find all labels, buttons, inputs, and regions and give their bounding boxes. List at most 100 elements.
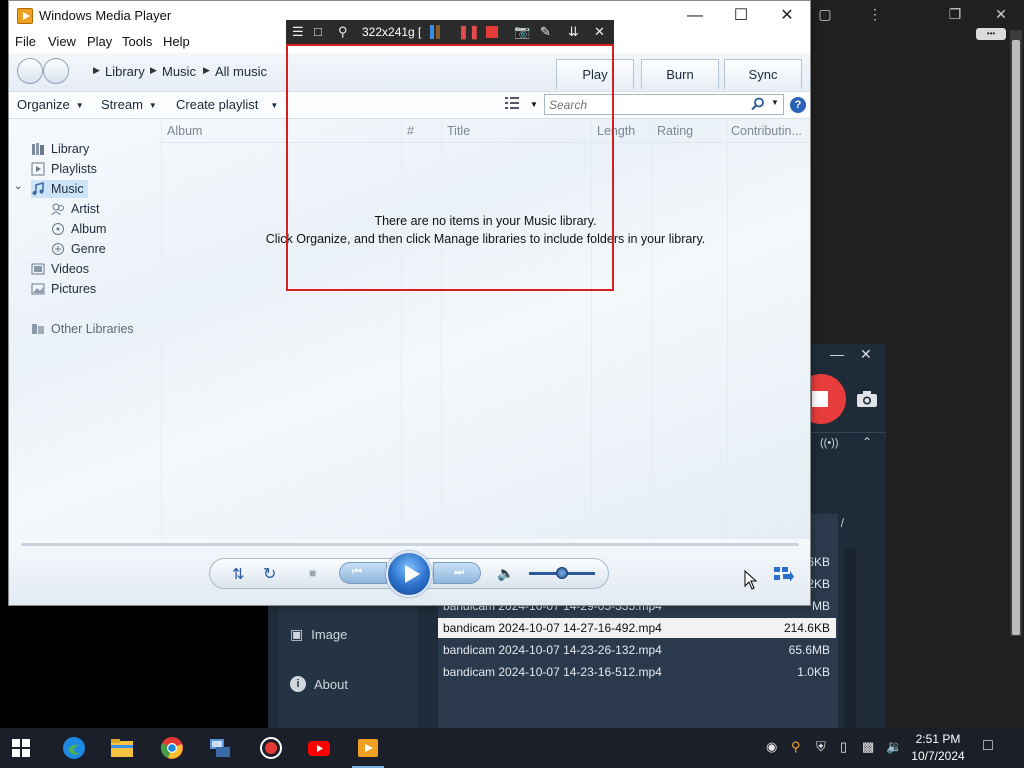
background-scroll-thumb[interactable] <box>1012 40 1020 635</box>
breadcrumb-separator-icon: ▶ <box>203 65 210 75</box>
shuffle-icon[interactable]: ⇅ <box>232 565 245 583</box>
expand-chevron-icon[interactable]: ⌄ <box>14 181 22 192</box>
column-header-album[interactable]: Album <box>167 124 202 138</box>
bandicam-record-icon[interactable] <box>259 736 283 760</box>
column-header-rating[interactable]: Rating <box>657 124 693 138</box>
nav-item-genre[interactable]: Genre <box>51 240 106 258</box>
breadcrumb-library[interactable]: Library <box>105 64 145 79</box>
file-row-selected[interactable]: bandicam 2024-10-07 14-27-16-492.mp4 214… <box>438 618 836 638</box>
sidebar-item-image[interactable]: ▣ Image <box>290 626 347 643</box>
repeat-icon[interactable]: ↻ <box>263 564 276 584</box>
nav-item-music[interactable]: Music <box>31 180 88 198</box>
organize-button[interactable]: Organize ▼ <box>17 97 84 112</box>
tray-search-icon[interactable]: ⚲ <box>791 739 801 755</box>
nav-item-other-libraries[interactable]: Other Libraries <box>31 320 134 338</box>
capture-size-label[interactable]: 322x241g [ <box>362 25 421 39</box>
menu-help[interactable]: Help <box>163 34 190 49</box>
tray-security-shield-icon[interactable]: ⛨ <box>816 739 826 755</box>
next-button[interactable]: ⏭ <box>433 562 481 584</box>
background-restore-icon[interactable]: ❐ <box>940 4 970 24</box>
breadcrumb-all-music[interactable]: All music <box>215 64 267 79</box>
search-icon[interactable] <box>751 97 765 111</box>
breadcrumb-music[interactable]: Music <box>162 64 196 79</box>
screenshot-camera-icon[interactable]: 📷 <box>514 24 530 40</box>
clock-time[interactable]: 2:51 PM <box>905 732 971 746</box>
capture-region-frame[interactable] <box>286 44 614 291</box>
library-icon <box>31 142 45 156</box>
nav-item-library[interactable]: Library <box>31 140 89 158</box>
youtube-icon[interactable] <box>307 736 331 760</box>
previous-button[interactable]: ⏮ <box>339 562 387 584</box>
network-tool-icon[interactable] <box>208 736 232 760</box>
column-header-contributing[interactable]: Contributin... <box>731 124 802 138</box>
seek-bar[interactable] <box>21 543 799 546</box>
pause-icon[interactable]: ❚❚ <box>458 24 480 40</box>
help-icon[interactable]: ? <box>790 97 806 113</box>
pencil-icon[interactable]: ✎ <box>540 24 551 40</box>
file-explorer-icon[interactable] <box>110 736 134 760</box>
tab-sync[interactable]: Sync <box>724 59 802 89</box>
nav-item-playlists[interactable]: Playlists <box>31 160 97 178</box>
nav-item-pictures[interactable]: Pictures <box>31 280 96 298</box>
forward-button[interactable] <box>43 58 69 84</box>
collapse-chevrons-icon[interactable]: ⇊ <box>568 24 579 40</box>
column-divider <box>727 119 728 539</box>
notification-icon[interactable]: □ <box>983 737 993 755</box>
tray-usb-icon[interactable]: ▯ <box>840 739 847 755</box>
capture-toolbar: ☰ □ ⚲ 322x241g [ ❚❚ 📷 ✎ ⇊ ✕ <box>286 20 614 44</box>
menu-icon[interactable]: ☰ <box>292 24 304 40</box>
sidebar-item-about[interactable]: i About <box>290 676 348 692</box>
breadcrumb-separator-icon: ▶ <box>93 65 100 75</box>
background-close-icon[interactable]: ✕ <box>986 4 1016 24</box>
maximize-button[interactable]: ☐ <box>718 1 764 31</box>
close-icon[interactable]: ✕ <box>860 346 872 363</box>
fullscreen-icon[interactable]: □ <box>314 24 322 39</box>
back-button[interactable] <box>17 58 43 84</box>
window-title: Windows Media Player <box>39 8 172 23</box>
minimize-button[interactable]: — <box>672 1 718 31</box>
menu-play[interactable]: Play <box>87 34 112 49</box>
other-libraries-icon <box>31 322 45 336</box>
volume-slider-thumb[interactable] <box>556 567 568 579</box>
stream-button[interactable]: Stream ▼ <box>101 97 157 112</box>
windows-start-icon[interactable] <box>12 739 30 757</box>
edge-browser-icon[interactable] <box>62 736 86 760</box>
menu-file[interactable]: File <box>15 34 36 49</box>
menu-tools[interactable]: Tools <box>122 34 152 49</box>
minimize-icon[interactable]: — <box>830 346 844 362</box>
region-search-icon[interactable]: ⚲ <box>338 24 348 40</box>
volume-icon[interactable]: 🔈 <box>497 565 514 582</box>
close-button[interactable]: ✕ <box>764 1 810 31</box>
stop-icon[interactable]: ■ <box>309 566 316 580</box>
nav-item-artist[interactable]: Artist <box>51 200 99 218</box>
background-more-icon[interactable]: ⋮ <box>860 4 890 24</box>
nav-item-album[interactable]: Album <box>51 220 106 238</box>
collapse-icon[interactable]: ⌃ <box>862 435 872 449</box>
genre-icon <box>51 242 65 256</box>
close-icon[interactable]: ✕ <box>594 24 605 40</box>
image-icon: ▣ <box>290 626 304 642</box>
tray-volume-icon[interactable]: 🔉 <box>886 739 902 755</box>
nav-item-videos[interactable]: Videos <box>31 260 89 278</box>
album-icon <box>51 222 65 236</box>
column-divider <box>161 119 162 539</box>
chrome-icon[interactable] <box>160 736 184 760</box>
tray-network-icon[interactable]: ▩ <box>862 739 874 755</box>
tab-burn[interactable]: Burn <box>641 59 719 89</box>
bandicam-window-controls: — ✕ <box>810 344 886 368</box>
file-list-scrollbar[interactable] <box>844 548 856 730</box>
audio-icon[interactable]: ((•)) <box>820 437 839 449</box>
play-button[interactable] <box>386 551 432 597</box>
tray-record-icon[interactable]: ◉ <box>766 739 777 755</box>
switch-to-now-playing-icon[interactable] <box>774 567 794 581</box>
search-dropdown-icon[interactable]: ▼ <box>771 98 779 107</box>
camera-icon[interactable] <box>856 390 878 408</box>
menu-view[interactable]: View <box>48 34 76 49</box>
file-row[interactable]: bandicam 2024-10-07 14-23-26-132.mp4 65.… <box>438 640 836 660</box>
bandicam-header-row: ((•)) ⌃ <box>810 432 886 456</box>
media-player-taskbar-icon[interactable] <box>356 736 380 760</box>
create-playlist-button[interactable]: Create playlist ▼ <box>176 97 278 112</box>
clock-date[interactable]: 10/7/2024 <box>905 749 971 763</box>
file-row[interactable]: bandicam 2024-10-07 14-23-16-512.mp4 1.0… <box>438 662 836 682</box>
stop-record-icon[interactable] <box>486 26 498 38</box>
